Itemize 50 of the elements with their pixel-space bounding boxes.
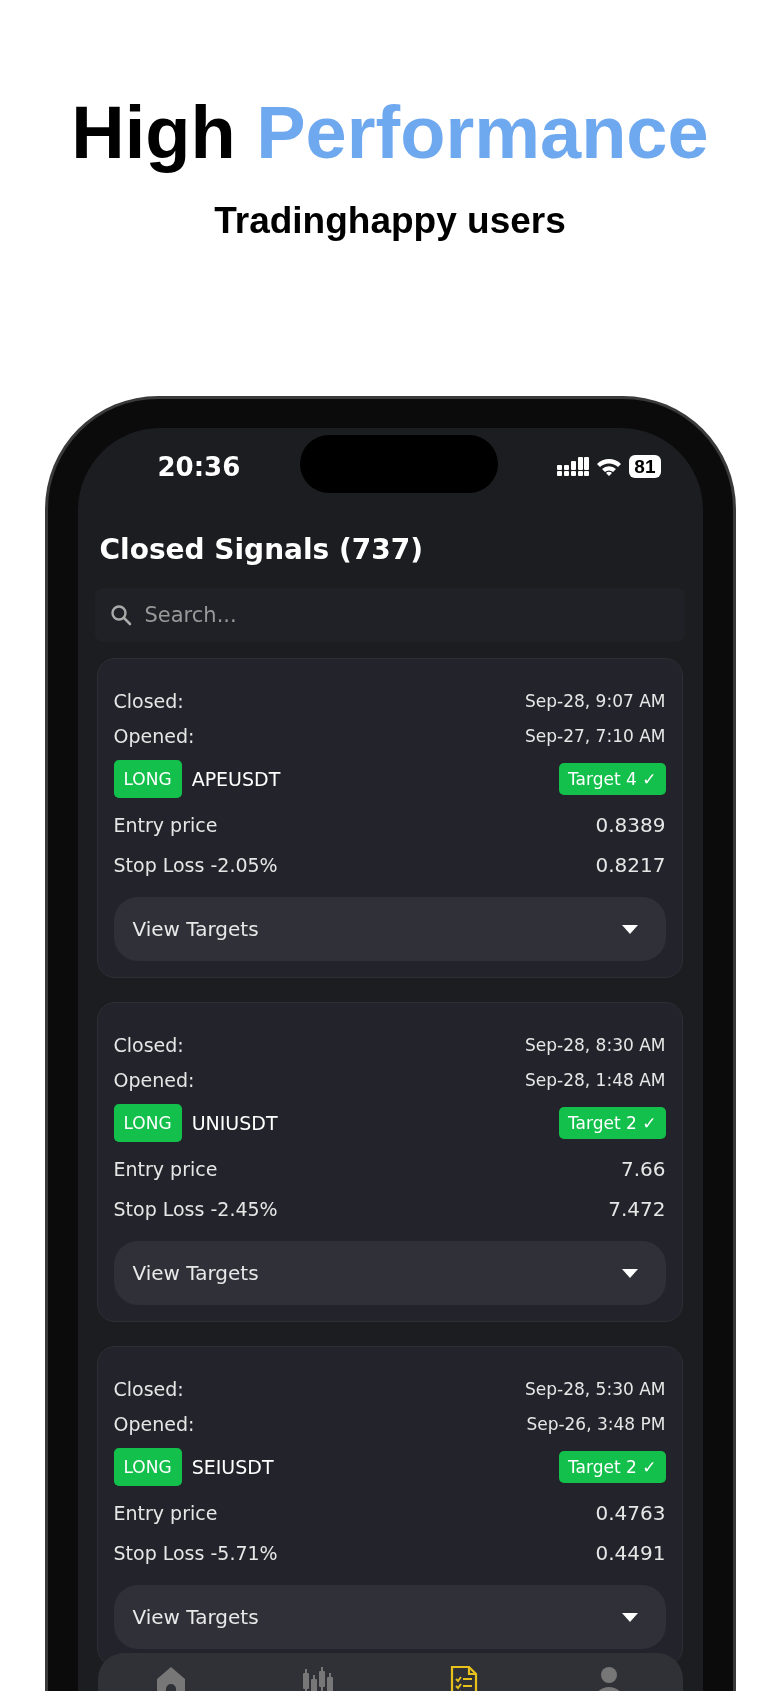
subtitle: Tradinghappy users bbox=[213, 200, 567, 242]
opened-label: Opened: bbox=[113, 1068, 195, 1091]
screen-title: Closed Signals (737) bbox=[99, 533, 425, 566]
side-badge: LONG bbox=[113, 1104, 182, 1142]
side-badge: LONG bbox=[113, 760, 182, 798]
entry-price: 7.66 bbox=[620, 1157, 666, 1181]
battery-level: 81 bbox=[629, 455, 661, 478]
pair-name: SEIUSDT bbox=[191, 1456, 274, 1478]
closed-date: Sep-28, 8:30 AM bbox=[525, 1034, 666, 1055]
wifi-icon bbox=[596, 456, 623, 477]
caret-icon bbox=[621, 924, 638, 934]
pair-name: UNIUSDT bbox=[191, 1112, 278, 1134]
result-badge: Target 2 ✓ bbox=[559, 1107, 666, 1139]
closed-label: Closed: bbox=[113, 1033, 184, 1056]
stop-loss-price: 0.4491 bbox=[595, 1541, 666, 1565]
closed-label: Closed: bbox=[113, 689, 184, 712]
entry-label: Entry price bbox=[113, 814, 218, 836]
caret-icon bbox=[621, 1612, 638, 1622]
result-badge: Target 2 ✓ bbox=[559, 1451, 666, 1483]
stop-loss-label: Stop Loss -2.05% bbox=[113, 854, 278, 876]
nav-chart-icon[interactable] bbox=[302, 1665, 335, 1691]
opened-date: Sep-27, 7:10 AM bbox=[525, 725, 666, 746]
view-targets-button[interactable]: View Targets bbox=[113, 1241, 666, 1305]
opened-label: Opened: bbox=[113, 1412, 195, 1435]
view-targets-button[interactable]: View Targets bbox=[113, 897, 666, 961]
search-field[interactable]: Search... bbox=[94, 588, 685, 642]
headline: High Performance bbox=[70, 90, 710, 176]
stop-loss-price: 7.472 bbox=[608, 1197, 666, 1221]
nav-home-icon[interactable] bbox=[155, 1665, 188, 1691]
side-badge: LONG bbox=[113, 1448, 182, 1486]
status-time: 20:36 bbox=[157, 451, 241, 482]
entry-price: 0.4763 bbox=[595, 1501, 666, 1525]
pair-name: APEUSDT bbox=[191, 768, 281, 790]
stop-loss-label: Stop Loss -5.71% bbox=[113, 1542, 278, 1564]
entry-label: Entry price bbox=[113, 1158, 218, 1180]
nav-list-icon[interactable] bbox=[449, 1665, 478, 1691]
caret-icon bbox=[621, 1268, 638, 1278]
closed-label: Closed: bbox=[113, 1377, 184, 1400]
entry-label: Entry price bbox=[113, 1502, 218, 1524]
closed-date: Sep-28, 5:30 AM bbox=[525, 1378, 666, 1399]
view-targets-button[interactable]: View Targets bbox=[113, 1585, 666, 1649]
result-badge: Target 4 ✓ bbox=[559, 763, 666, 795]
opened-date: Sep-28, 1:48 AM bbox=[525, 1069, 666, 1090]
stop-loss-price: 0.8217 bbox=[595, 853, 666, 877]
stop-loss-label: Stop Loss -2.45% bbox=[113, 1198, 278, 1220]
signal-icon bbox=[557, 456, 590, 477]
opened-label: Opened: bbox=[113, 724, 195, 747]
closed-date: Sep-28, 9:07 AM bbox=[525, 690, 666, 711]
opened-date: Sep-26, 3:48 PM bbox=[526, 1413, 666, 1434]
entry-price: 0.8389 bbox=[595, 813, 666, 837]
